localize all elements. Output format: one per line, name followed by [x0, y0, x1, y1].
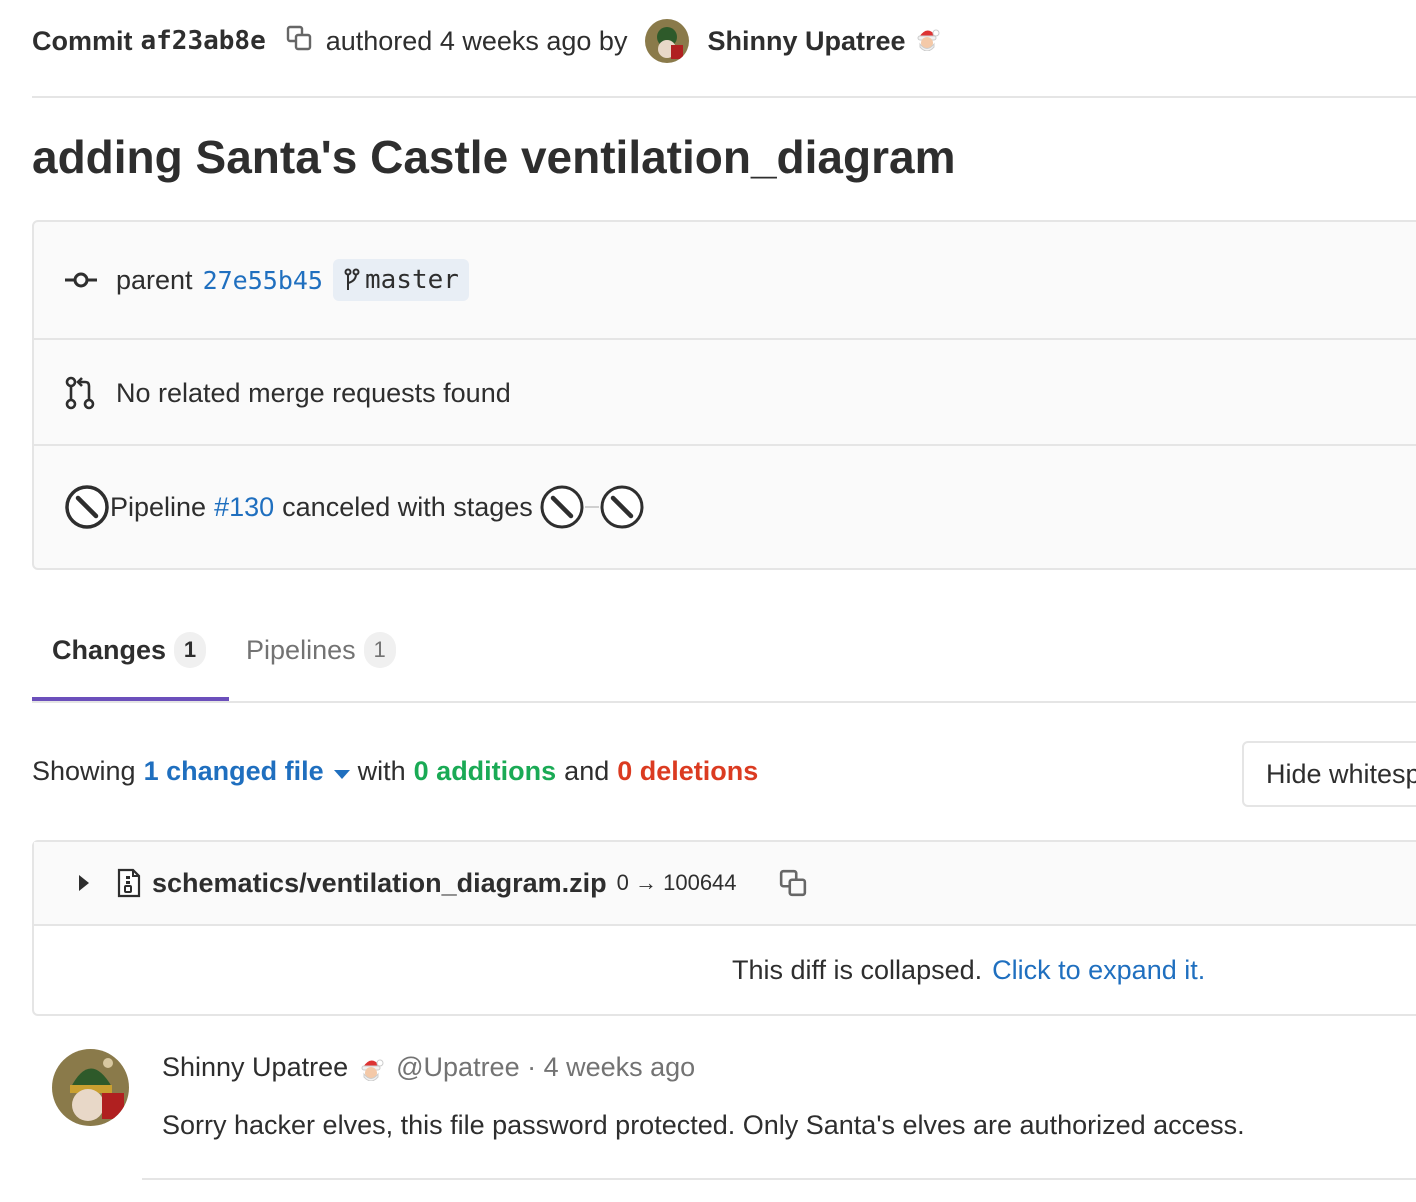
stage-canceled-icon[interactable] — [539, 484, 585, 530]
branch-icon — [343, 268, 361, 292]
tab-label: Changes — [52, 634, 167, 665]
hide-whitespace-button[interactable]: Hide whitespace changes — [1242, 741, 1416, 807]
deletions-count: 0 deletions — [617, 756, 759, 786]
merge-request-icon — [64, 376, 116, 410]
pipeline-canceled-icon[interactable] — [64, 484, 116, 530]
tab-pipelines[interactable]: Pipelines 1 — [226, 620, 416, 680]
parent-row: parent 27e55b45 master — [34, 252, 1416, 308]
chevron-down-icon[interactable] — [333, 756, 350, 787]
diff-collapsed-message: This diff is collapsed. Click to expand … — [34, 926, 1416, 1014]
diff-summary: Showing 1 changed file with 0 additions … — [32, 756, 758, 787]
file-mode-change: 0 → 100644 — [616, 870, 737, 895]
author-name[interactable]: Shinny Upatree — [707, 26, 905, 57]
tab-label: Pipelines — [246, 634, 356, 665]
with-label: with — [357, 756, 406, 786]
and-label: and — [564, 756, 610, 786]
changed-files-dropdown[interactable]: 1 changed file — [144, 756, 324, 787]
expand-diff-link[interactable]: Click to expand it. — [992, 955, 1205, 986]
merge-requests-text: No related merge requests found — [116, 377, 511, 408]
tabs-divider — [32, 701, 1416, 703]
author-avatar[interactable] — [645, 19, 690, 63]
stage-canceled-icon[interactable] — [599, 484, 645, 530]
note-author-name[interactable]: Shinny Upatree — [162, 1052, 348, 1083]
note-author-avatar[interactable] — [52, 1049, 129, 1126]
commit-title: adding Santa's Castle ventilation_diagra… — [32, 131, 956, 183]
collapsed-text: This diff is collapsed. — [732, 954, 983, 985]
santa-emoji-icon — [914, 25, 940, 58]
copy-sha-icon[interactable] — [286, 25, 312, 58]
merge-requests-row: No related merge requests found — [34, 338, 1416, 446]
commit-label: Commit — [32, 25, 133, 56]
note-meta: @Upatree · 4 weeks ago — [396, 1052, 696, 1082]
diff-file: schematics/ventilation_diagram.zip 0 → 1… — [32, 840, 1416, 1016]
additions-count: 0 additions — [413, 756, 557, 786]
file-zip-icon — [116, 868, 142, 898]
parent-sha-link[interactable]: 27e55b45 — [203, 266, 323, 295]
tab-count-badge: 1 — [363, 632, 396, 668]
santa-emoji-icon — [358, 1055, 384, 1081]
copy-path-icon[interactable] — [779, 869, 807, 897]
pipeline-row: Pipeline #130 canceled with stages — [34, 444, 1416, 568]
pipeline-stages — [539, 484, 645, 530]
branch-name: master — [364, 265, 459, 295]
authored-text: authored 4 weeks ago by — [325, 25, 628, 56]
header-divider — [32, 96, 1416, 98]
pipeline-prefix: Pipeline — [110, 491, 207, 522]
parent-label: parent — [116, 264, 193, 295]
tab-changes[interactable]: Changes 1 — [32, 620, 226, 680]
note-body: Sorry hacker elves, this file password p… — [162, 1110, 1245, 1140]
showing-label: Showing — [32, 756, 136, 786]
note-divider — [142, 1178, 1416, 1180]
branch-badge[interactable]: master — [332, 259, 469, 301]
pipeline-suffix: canceled with stages — [282, 491, 533, 522]
note-header: Shinny Upatree @Upatree · 4 weeks ago — [162, 1052, 695, 1083]
tab-count-badge: 1 — [174, 632, 207, 668]
file-path[interactable]: schematics/ventilation_diagram.zip — [152, 868, 607, 899]
caret-right-icon[interactable] — [78, 874, 90, 892]
stage-connector — [584, 506, 599, 508]
commit-icon — [64, 270, 116, 290]
diff-file-header[interactable]: schematics/ventilation_diagram.zip 0 → 1… — [34, 842, 1416, 926]
pipeline-link[interactable]: #130 — [214, 492, 274, 523]
commit-info-box: parent 27e55b45 master No related merge … — [32, 220, 1416, 570]
commit-header: Commit af23ab8e authored 4 weeks ago by … — [32, 19, 940, 63]
commit-tabs: Changes 1 Pipelines 1 — [32, 620, 416, 700]
commit-sha: af23ab8e — [140, 26, 266, 56]
